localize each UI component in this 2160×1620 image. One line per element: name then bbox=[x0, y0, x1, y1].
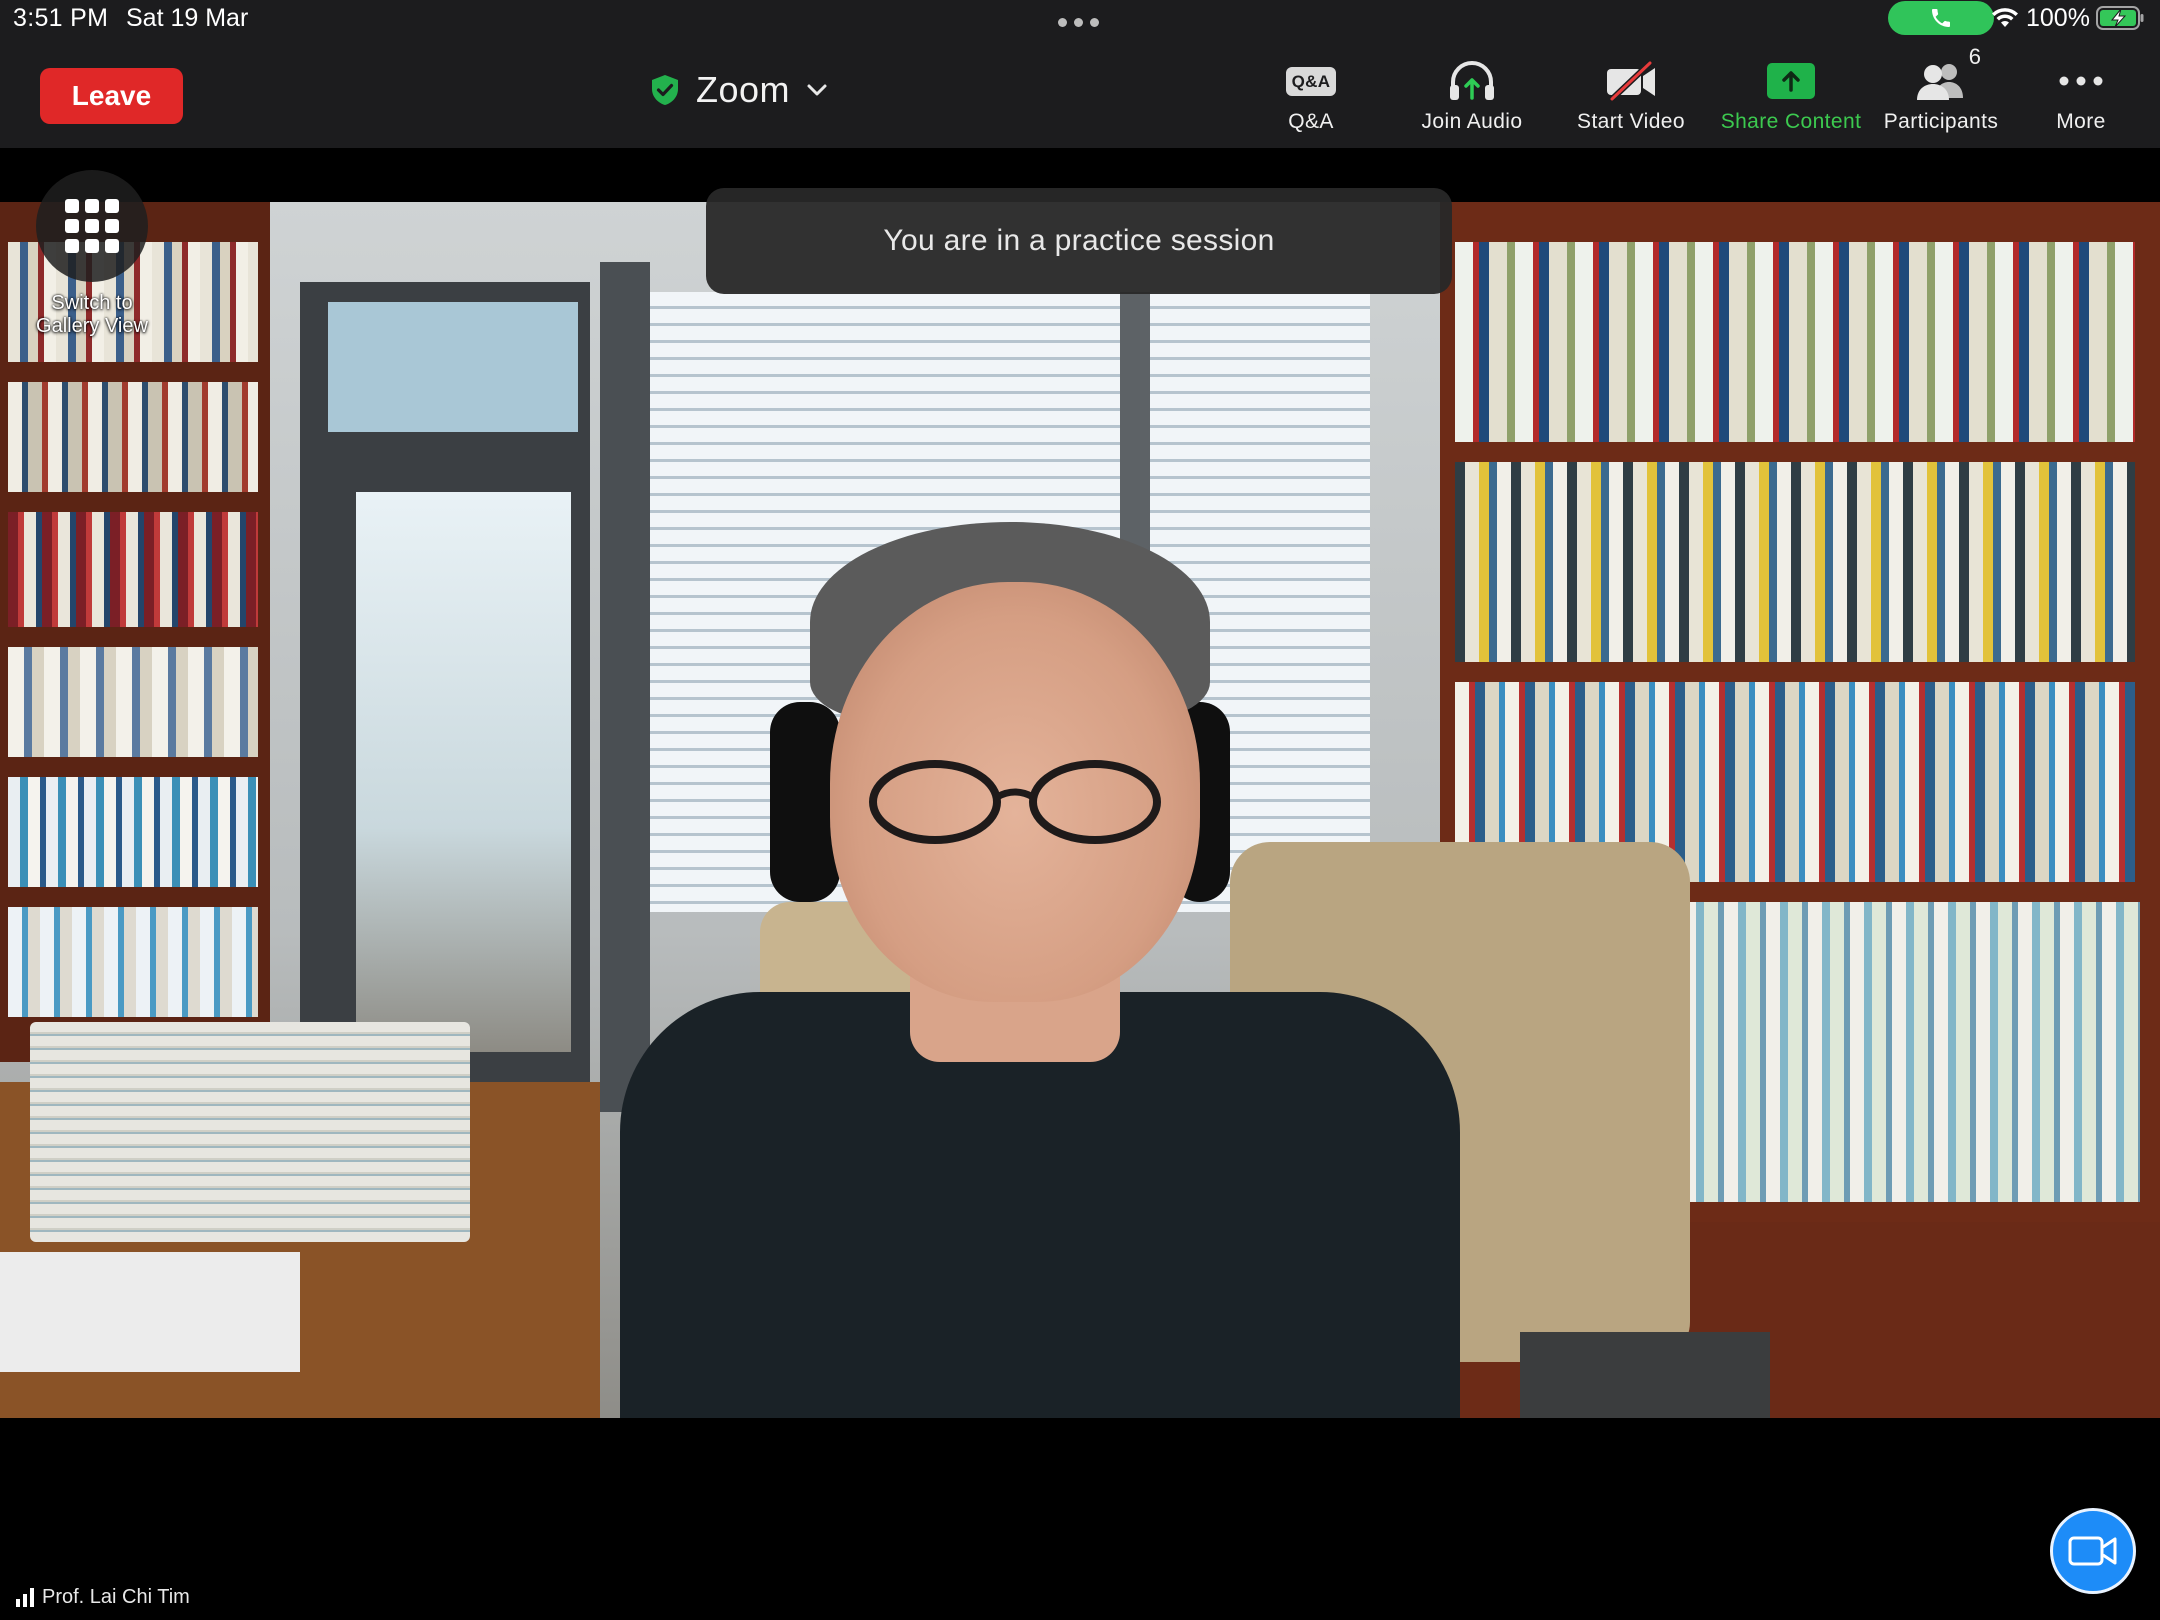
join-audio-button[interactable]: Join Audio bbox=[1397, 58, 1547, 138]
meeting-toolbar: Leave Zoom Q&A Q&A Join Audio Start Vide… bbox=[0, 40, 2160, 148]
video-off-icon bbox=[1607, 61, 1655, 101]
signal-strength-icon bbox=[16, 1587, 34, 1607]
share-arrow-icon bbox=[1767, 63, 1815, 99]
participants-label: Participants bbox=[1883, 110, 1999, 133]
start-video-button[interactable]: Start Video bbox=[1556, 58, 1706, 138]
wifi-icon bbox=[1992, 8, 2018, 27]
meeting-title: Zoom bbox=[696, 69, 791, 110]
chevron-down-icon bbox=[807, 84, 827, 96]
more-horizontal-icon bbox=[2059, 76, 2103, 86]
gallery-view-label: Switch to Gallery View bbox=[36, 292, 148, 337]
battery-percent: 100% bbox=[2026, 4, 2090, 32]
camera-float-button[interactable] bbox=[2050, 1508, 2136, 1594]
qa-label: Q&A bbox=[1288, 110, 1334, 133]
more-button[interactable]: More bbox=[2006, 58, 2156, 138]
leave-button[interactable]: Leave bbox=[40, 68, 183, 124]
grid-icon bbox=[65, 199, 119, 253]
shield-check-icon bbox=[652, 75, 678, 105]
more-label: More bbox=[2056, 110, 2106, 133]
glasses bbox=[869, 760, 1161, 844]
meeting-title-dropdown[interactable]: Zoom bbox=[650, 62, 828, 118]
participant-count-badge: 6 bbox=[1968, 44, 1981, 69]
participants-icon bbox=[1917, 64, 1963, 100]
qa-button[interactable]: Q&A Q&A bbox=[1236, 58, 1386, 138]
video-camera-icon bbox=[2068, 1536, 2117, 1566]
headphones-up-arrow-icon bbox=[1450, 61, 1494, 100]
status-date: Sat 19 Mar bbox=[126, 4, 249, 32]
status-bar: 3:51 PM Sat 19 Mar 100% bbox=[0, 0, 2160, 40]
qa-icon: Q&A bbox=[1285, 66, 1337, 96]
multitasking-dots-icon[interactable] bbox=[1058, 18, 1099, 27]
active-speaker-video[interactable] bbox=[0, 202, 2160, 1418]
participant-name-tag: Prof. Lai Chi Tim bbox=[16, 1582, 190, 1612]
phone-icon bbox=[1932, 9, 1950, 27]
share-content-button[interactable]: Share Content bbox=[1716, 58, 1866, 138]
share-content-label: Share Content bbox=[1720, 110, 1862, 133]
battery-charging-icon bbox=[2096, 6, 2144, 30]
switch-to-gallery-view-button[interactable] bbox=[36, 170, 148, 282]
join-audio-label: Join Audio bbox=[1421, 110, 1523, 133]
start-video-label: Start Video bbox=[1577, 110, 1685, 133]
active-call-pill[interactable] bbox=[1888, 1, 1994, 35]
participants-button[interactable]: 6 Participants bbox=[1866, 44, 2016, 138]
participant-name: Prof. Lai Chi Tim bbox=[42, 1585, 190, 1608]
practice-session-toast: You are in a practice session bbox=[706, 188, 1452, 294]
status-time: 3:51 PM bbox=[13, 4, 109, 32]
